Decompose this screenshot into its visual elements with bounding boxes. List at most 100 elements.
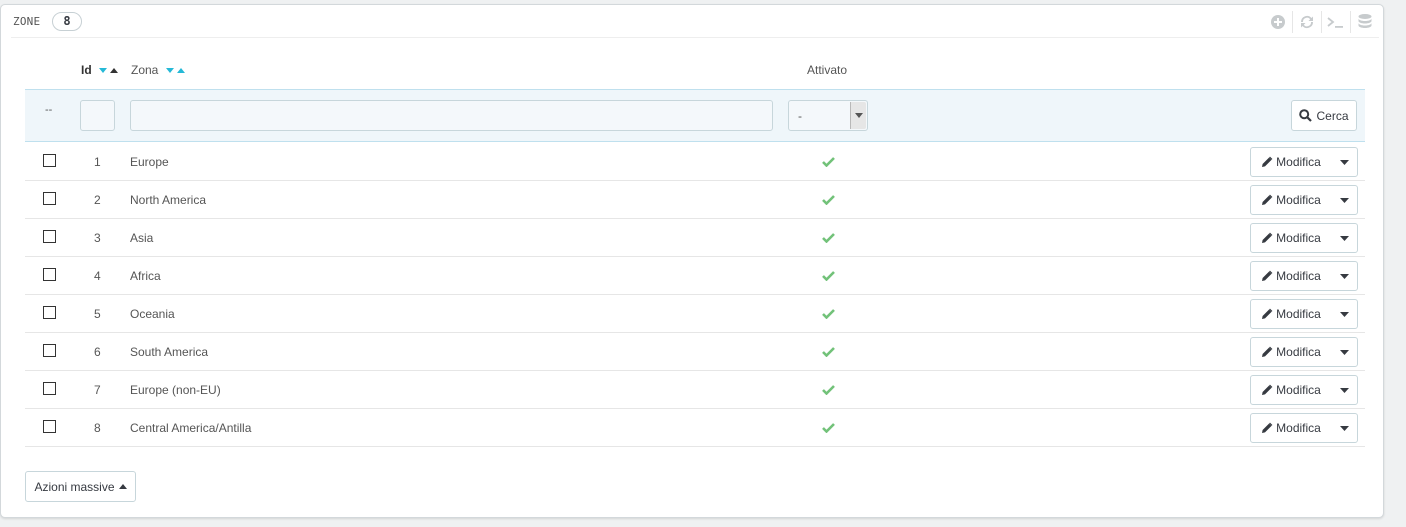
edit-button-label: Modifica — [1276, 155, 1321, 169]
edit-button[interactable]: Modifica — [1251, 262, 1331, 290]
pencil-icon — [1262, 422, 1273, 433]
pencil-icon — [1262, 270, 1273, 281]
table-row: 3 Asia Modifica — [25, 219, 1365, 257]
active-check-icon[interactable] — [822, 346, 835, 360]
row-actions: Modifica — [1250, 185, 1358, 215]
export-sql-button[interactable] — [1350, 11, 1379, 33]
row-actions: Modifica — [1250, 261, 1358, 291]
row-actions-dropdown[interactable] — [1331, 300, 1357, 328]
pencil-icon — [1262, 384, 1273, 395]
row-actions-dropdown[interactable] — [1331, 414, 1357, 442]
edit-button[interactable]: Modifica — [1251, 224, 1331, 252]
count-badge: 8 — [52, 12, 82, 31]
edit-button-label: Modifica — [1276, 307, 1321, 321]
row-checkbox[interactable] — [43, 382, 56, 395]
active-check-icon[interactable] — [822, 232, 835, 246]
column-header-zona-label: Zona — [131, 63, 159, 77]
pencil-icon — [1262, 308, 1273, 319]
row-id: 8 — [94, 421, 101, 435]
panel-toolbar — [1263, 11, 1379, 33]
filter-attivato-select[interactable]: - — [788, 100, 868, 131]
row-zone-name: Central America/Antilla — [130, 421, 252, 435]
caret-down-icon — [1339, 425, 1349, 431]
row-checkbox[interactable] — [43, 268, 56, 281]
table-row: 8 Central America/Antilla Modifica — [25, 409, 1365, 447]
column-header-attivato: Attivato — [807, 63, 848, 77]
filter-dash: -- — [45, 104, 53, 116]
caret-down-icon — [1339, 387, 1349, 393]
row-actions-dropdown[interactable] — [1331, 262, 1357, 290]
row-id: 7 — [94, 383, 101, 397]
edit-button[interactable]: Modifica — [1251, 148, 1331, 176]
table-row: 6 South America Modifica — [25, 333, 1365, 371]
caret-down-icon — [1339, 273, 1349, 279]
row-checkbox[interactable] — [43, 344, 56, 357]
table-row: 5 Oceania Modifica — [25, 295, 1365, 333]
search-icon — [1299, 109, 1313, 122]
plus-circle-icon — [1270, 15, 1285, 29]
row-actions: Modifica — [1250, 337, 1358, 367]
pencil-icon — [1262, 346, 1273, 357]
edit-button[interactable]: Modifica — [1251, 300, 1331, 328]
add-zone-button[interactable] — [1263, 11, 1292, 33]
active-check-icon[interactable] — [822, 308, 835, 322]
row-actions: Modifica — [1250, 413, 1358, 443]
caret-down-icon — [1339, 197, 1349, 203]
edit-button-label: Modifica — [1276, 345, 1321, 359]
filter-zona-input[interactable] — [130, 100, 773, 131]
row-checkbox[interactable] — [43, 230, 56, 243]
row-actions-dropdown[interactable] — [1331, 186, 1357, 214]
refresh-button[interactable] — [1292, 11, 1321, 33]
column-header-id-label: Id — [81, 63, 92, 77]
row-actions-dropdown[interactable] — [1331, 148, 1357, 176]
edit-button[interactable]: Modifica — [1251, 338, 1331, 366]
row-checkbox[interactable] — [43, 306, 56, 319]
row-zone-name: South America — [130, 345, 209, 359]
table-row: 1 Europe Modifica — [25, 143, 1365, 181]
caret-up-icon — [118, 484, 127, 489]
sort-arrows-icon[interactable] — [98, 67, 120, 75]
row-actions-dropdown[interactable] — [1331, 376, 1357, 404]
active-check-icon[interactable] — [822, 384, 835, 398]
row-zone-name: Oceania — [130, 307, 175, 321]
row-actions: Modifica — [1250, 299, 1358, 329]
chevron-down-icon — [850, 102, 866, 129]
row-checkbox[interactable] — [43, 154, 56, 167]
row-id: 4 — [94, 269, 101, 283]
pencil-icon — [1262, 156, 1273, 167]
active-check-icon[interactable] — [822, 422, 835, 436]
pencil-icon — [1262, 232, 1273, 243]
panel-heading: ZONE 8 — [11, 5, 1379, 38]
search-button-label: Cerca — [1316, 108, 1349, 123]
refresh-icon — [1300, 15, 1314, 29]
filter-row: -- - Cerca — [25, 89, 1365, 142]
bulk-actions-label: Azioni massive — [34, 479, 115, 494]
edit-button[interactable]: Modifica — [1251, 376, 1331, 404]
table-header: Id Zona Attivato — [25, 57, 1365, 87]
active-check-icon[interactable] — [822, 156, 835, 170]
row-checkbox[interactable] — [43, 420, 56, 433]
filter-attivato-value: - — [798, 109, 802, 123]
row-id: 1 — [94, 155, 101, 169]
panel-title: ZONE — [13, 15, 41, 28]
active-check-icon[interactable] — [822, 194, 835, 208]
row-id: 3 — [94, 231, 101, 245]
row-id: 5 — [94, 307, 101, 321]
filter-id-input[interactable] — [80, 100, 115, 131]
row-actions: Modifica — [1250, 223, 1358, 253]
row-actions-dropdown[interactable] — [1331, 224, 1357, 252]
column-header-id: Id — [81, 63, 120, 77]
row-checkbox[interactable] — [43, 192, 56, 205]
bulk-actions-button[interactable]: Azioni massive — [25, 471, 136, 502]
table-row: 4 Africa Modifica — [25, 257, 1365, 295]
row-actions-dropdown[interactable] — [1331, 338, 1357, 366]
pencil-icon — [1262, 194, 1273, 205]
sort-arrows-icon[interactable] — [165, 67, 187, 75]
sql-query-button[interactable] — [1321, 11, 1350, 33]
edit-button[interactable]: Modifica — [1251, 414, 1331, 442]
edit-button[interactable]: Modifica — [1251, 186, 1331, 214]
active-check-icon[interactable] — [822, 270, 835, 284]
database-icon — [1358, 14, 1372, 28]
search-button[interactable]: Cerca — [1291, 100, 1357, 131]
row-zone-name: Europe — [130, 155, 169, 169]
